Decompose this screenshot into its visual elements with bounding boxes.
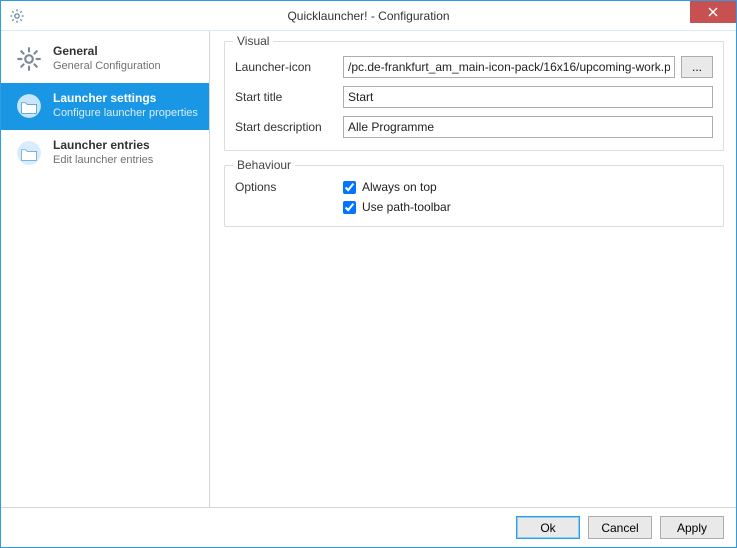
gear-icon (15, 45, 43, 73)
sidebar-item-label: General (53, 44, 161, 59)
window-title: Quicklauncher! - Configuration (1, 9, 736, 23)
sidebar-item-general[interactable]: General General Configuration (1, 36, 209, 83)
content-pane: Visual Launcher-icon ... Start title Sta… (210, 31, 736, 507)
sidebar-item-launcher-entries[interactable]: Launcher entries Edit launcher entries (1, 130, 209, 177)
sidebar-item-sublabel: Configure launcher properties (53, 106, 198, 120)
browse-button[interactable]: ... (681, 56, 713, 78)
sidebar-item-sublabel: Edit launcher entries (53, 153, 153, 167)
input-start-description[interactable] (343, 116, 713, 138)
checkbox-input[interactable] (343, 181, 356, 194)
close-icon (708, 7, 718, 17)
footer: Ok Cancel Apply (1, 507, 736, 547)
close-button[interactable] (690, 1, 736, 23)
input-launcher-icon[interactable] (343, 56, 675, 78)
label-start-description: Start description (235, 120, 343, 134)
checkbox-input[interactable] (343, 201, 356, 214)
sidebar: General General Configuration Launcher s… (1, 31, 210, 507)
groupbox-visual: Visual Launcher-icon ... Start title Sta… (224, 41, 724, 151)
app-gear-icon (9, 8, 25, 24)
config-window: Quicklauncher! - Configuration General G… (0, 0, 737, 548)
ok-button[interactable]: Ok (516, 516, 580, 539)
groupbox-behaviour: Behaviour Options Always on top Use path… (224, 165, 724, 227)
checkbox-always-on-top[interactable]: Always on top (343, 180, 451, 194)
groupbox-title: Behaviour (233, 158, 295, 172)
folder-icon (15, 139, 43, 167)
groupbox-title: Visual (233, 34, 273, 48)
checkbox-use-path-toolbar[interactable]: Use path-toolbar (343, 200, 451, 214)
checkbox-label: Use path-toolbar (362, 200, 451, 214)
apply-button[interactable]: Apply (660, 516, 724, 539)
cancel-button[interactable]: Cancel (588, 516, 652, 539)
label-launcher-icon: Launcher-icon (235, 60, 343, 74)
folder-icon (15, 92, 43, 120)
sidebar-item-sublabel: General Configuration (53, 59, 161, 73)
input-start-title[interactable] (343, 86, 713, 108)
sidebar-item-launcher-settings[interactable]: Launcher settings Configure launcher pro… (1, 83, 209, 130)
titlebar: Quicklauncher! - Configuration (1, 1, 736, 31)
sidebar-item-label: Launcher settings (53, 91, 198, 106)
checkbox-label: Always on top (362, 180, 437, 194)
label-options: Options (235, 180, 343, 194)
sidebar-item-label: Launcher entries (53, 138, 153, 153)
label-start-title: Start title (235, 90, 343, 104)
